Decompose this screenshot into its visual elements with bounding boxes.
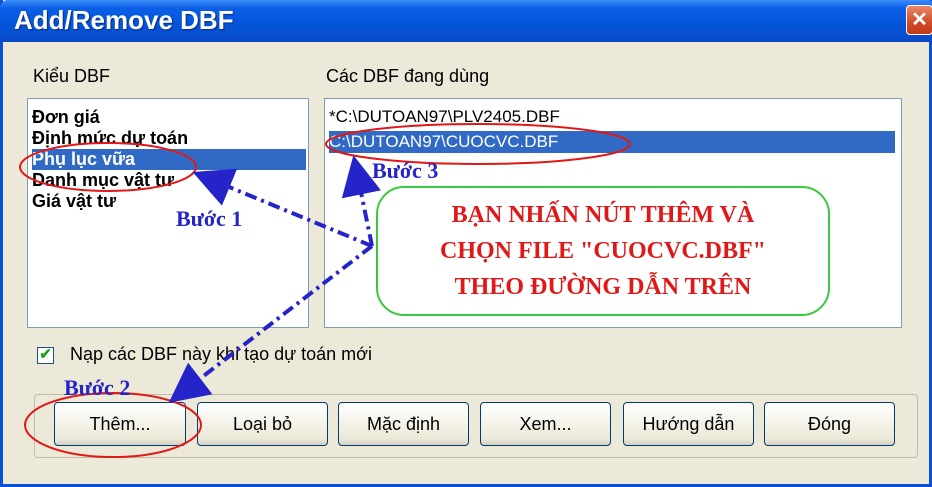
arrow-to-step2 [168, 244, 374, 403]
callout-line-2: CHỌN FILE "CUOCVC.DBF" [440, 238, 766, 264]
callout-line-1: BẠN NHẤN NÚT THÊM VÀ [451, 202, 755, 228]
step1-label: Bước 1 [176, 206, 243, 231]
step2-label: Bước 2 [64, 375, 131, 400]
callout-line-3: THEO ĐƯỜNG DẪN TRÊN [454, 274, 752, 300]
step1-highlight-ellipse [19, 142, 197, 192]
step2-highlight-ellipse [24, 392, 202, 458]
step3-label: Bước 3 [372, 158, 439, 183]
arrow-to-step3 [341, 155, 382, 247]
instruction-callout: BẠN NHẤN NÚT THÊM VÀ CHỌN FILE "CUOCVC.D… [376, 186, 830, 316]
